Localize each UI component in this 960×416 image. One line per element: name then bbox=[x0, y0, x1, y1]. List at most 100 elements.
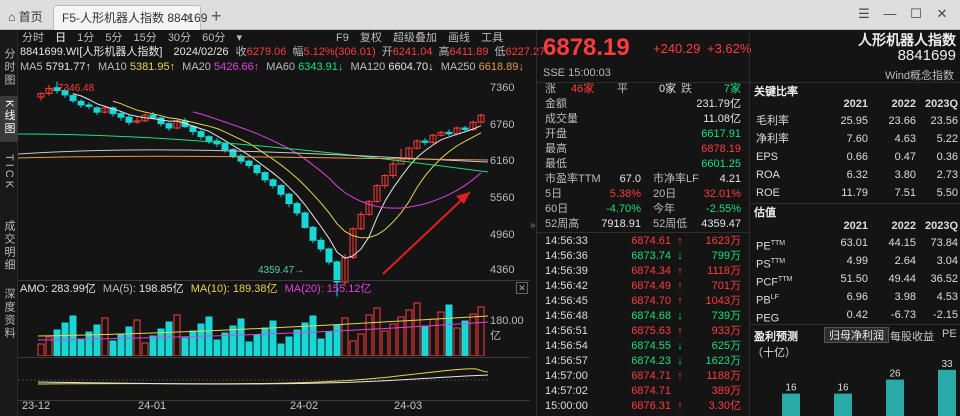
vtab-depth[interactable]: 深度资料 bbox=[0, 288, 18, 343]
volume-bar bbox=[421, 325, 429, 356]
close-tab-icon[interactable]: ✕ bbox=[184, 6, 194, 30]
volume-y-tick: 180.00亿 bbox=[490, 315, 524, 342]
high-value: 6411.89 bbox=[449, 46, 489, 58]
tab-active[interactable]: F5-人形机器人指数 884169 ✕ bbox=[53, 5, 207, 30]
volume-bar bbox=[333, 324, 341, 356]
tick-row: 14:56:51 6875.63 ↑ 933万 bbox=[541, 324, 745, 339]
volume-bar bbox=[245, 341, 253, 356]
candle-body bbox=[245, 160, 253, 166]
ratio-value: 0.47 bbox=[894, 151, 916, 163]
forecast-bar bbox=[834, 393, 852, 416]
stat-label: 市净率LF bbox=[653, 173, 699, 185]
stat-label: 最低 bbox=[545, 158, 567, 170]
tick-price: 6874.23 bbox=[631, 355, 671, 367]
volume-bar bbox=[277, 343, 285, 356]
volume-bar bbox=[317, 338, 325, 356]
valuation-value: 44.15 bbox=[888, 237, 916, 249]
valuation-name-text: PCF bbox=[756, 276, 778, 289]
candlestick-chart[interactable] bbox=[18, 74, 488, 308]
valuation-value: 73.84 bbox=[930, 237, 958, 249]
volume-bar bbox=[469, 313, 477, 356]
close-icon[interactable]: ✕ bbox=[932, 4, 952, 24]
menu-icon[interactable]: ☰ bbox=[854, 4, 874, 24]
stat-value: 6601.25 bbox=[701, 158, 741, 170]
year-header: 2021 bbox=[843, 220, 868, 232]
tick-price: 6876.31 bbox=[631, 400, 671, 412]
volume-bar bbox=[189, 330, 197, 356]
tick-arrow: ↓ bbox=[677, 310, 683, 322]
ma250-value: 6618.89↓ bbox=[478, 61, 524, 73]
high-annotation: ←7346.48 bbox=[48, 83, 95, 94]
candle-body bbox=[197, 131, 205, 138]
price-change: +240.29 bbox=[653, 41, 701, 56]
tick-price: 6874.61 bbox=[631, 235, 671, 247]
add-tab-button[interactable]: + bbox=[203, 5, 223, 30]
high-annotation-value: 7346.48 bbox=[58, 83, 95, 94]
stat-label: 金额 bbox=[545, 98, 567, 110]
open-label: 开 bbox=[381, 46, 393, 58]
price-change-pct: +3.62% bbox=[707, 41, 752, 56]
volume-bar bbox=[301, 322, 309, 356]
tab-pe[interactable]: PE bbox=[942, 328, 957, 340]
tick-volume: 933万 bbox=[711, 325, 741, 337]
x-tick: 24-01 bbox=[138, 400, 167, 412]
vtab-fenshi[interactable]: 分时图 bbox=[0, 48, 18, 90]
tab-net-profit[interactable]: 归母净利润 bbox=[824, 327, 889, 343]
tab-eps[interactable]: 每股收益 bbox=[890, 328, 934, 344]
tick-row: 14:56:33 6874.61 ↑ 1623万 bbox=[541, 234, 745, 249]
minimize-icon[interactable]: — bbox=[880, 4, 900, 24]
stat-value: 6617.91 bbox=[701, 128, 741, 140]
last-price: 6878.19 bbox=[543, 34, 630, 61]
volume-bar bbox=[269, 320, 277, 356]
ma120-line bbox=[18, 149, 488, 163]
index-source: Wind概念指数 bbox=[884, 70, 954, 82]
ma10-value: 5381.95↑ bbox=[129, 61, 176, 73]
x-tick: 23-12 bbox=[22, 400, 51, 412]
tick-arrow: ↓ bbox=[677, 340, 683, 352]
low-label: 低 bbox=[494, 46, 506, 58]
volume-bar bbox=[141, 342, 149, 356]
tab-bar: ⌂ 首页 F5-人形机器人指数 884169 ✕ + ☰ — ☐ ✕ bbox=[0, 0, 960, 30]
volume-bar bbox=[413, 302, 421, 356]
candle-body bbox=[461, 127, 469, 130]
tick-price: 6874.68 bbox=[631, 310, 671, 322]
ma5-value: 5791.77↑ bbox=[45, 61, 91, 73]
valuation-row: PEG 0.42 -6.73 -2.15 bbox=[752, 307, 958, 325]
volume-bar bbox=[213, 339, 221, 356]
down-label: 跌 bbox=[681, 83, 692, 95]
amo-line: AMO: 283.99亿 MA(5): 198.85亿 MA(10): 189.… bbox=[18, 281, 530, 297]
tick-row: 14:56:39 6874.34 ↑ 1118万 bbox=[541, 264, 745, 279]
bar-date: 2024/02/26 bbox=[173, 46, 229, 58]
forecast-title: 盈利预测 bbox=[754, 331, 798, 343]
vtab-tick[interactable]: TICK bbox=[0, 154, 18, 194]
volume-bar bbox=[477, 306, 485, 356]
tick-row: 14:57:02 6874.71 389万 bbox=[541, 384, 745, 399]
maximize-icon[interactable]: ☐ bbox=[906, 4, 926, 24]
stat-value: 5.38% bbox=[609, 188, 641, 200]
valuation-value: 4.99 bbox=[846, 255, 868, 267]
valuation-name-sub: LF bbox=[770, 294, 779, 301]
tick-time: 14:56:57 bbox=[545, 355, 588, 367]
volume-bar bbox=[237, 318, 245, 356]
valuation-value: -6.73 bbox=[890, 309, 916, 321]
ma20-label: MA20 bbox=[182, 61, 211, 73]
tick-volume: 739万 bbox=[711, 310, 741, 322]
stat-value: 7918.91 bbox=[601, 218, 641, 230]
amo-value: 283.99亿 bbox=[51, 283, 96, 295]
low-annotation-value: 4359.47 bbox=[258, 265, 295, 276]
ratio-row: EPS 0.66 0.47 0.36 bbox=[752, 149, 958, 166]
volume-chart[interactable] bbox=[18, 296, 488, 356]
exchange: SSE bbox=[543, 67, 566, 79]
volume-bar bbox=[197, 323, 205, 356]
oscillator-line bbox=[37, 368, 488, 385]
tab-home[interactable]: ⌂ 首页 bbox=[0, 5, 52, 30]
vtab-kline[interactable]: K线图 bbox=[0, 96, 18, 143]
valuation-name-text: PEG bbox=[756, 312, 780, 325]
volume-bar bbox=[69, 315, 77, 356]
ma10-label: MA10 bbox=[98, 61, 127, 73]
oscillator-chart[interactable] bbox=[18, 360, 488, 400]
ratio-value: 0.36 bbox=[936, 151, 958, 163]
valuation-row: PSTTM 4.99 2.64 3.04 bbox=[752, 253, 958, 271]
close-indicator-icon[interactable]: ✕ bbox=[516, 282, 528, 294]
vtab-detail[interactable]: 成交明细 bbox=[0, 220, 18, 275]
